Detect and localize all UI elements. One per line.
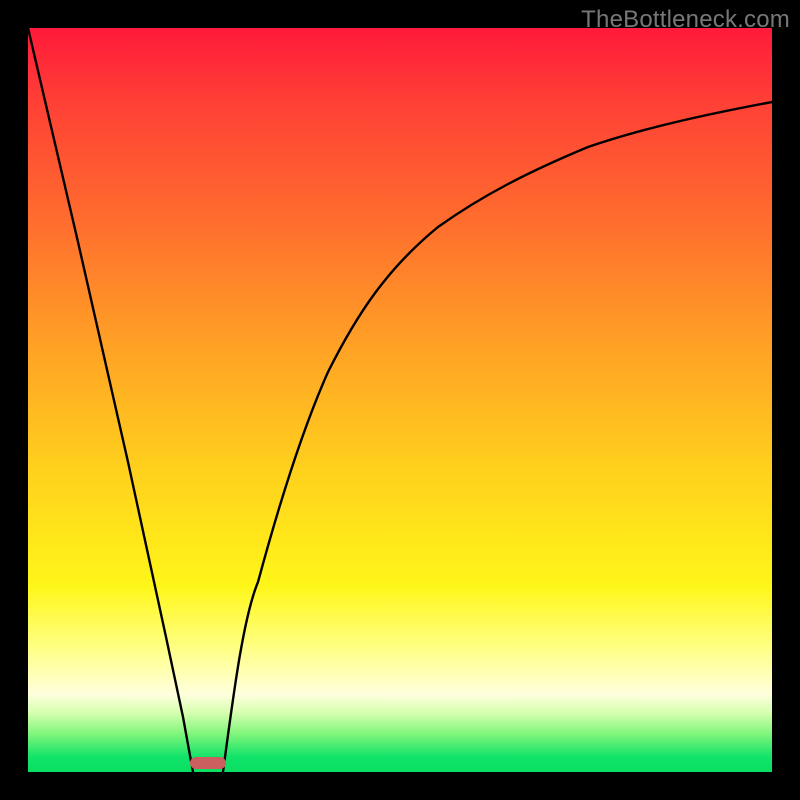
curve-right-segment	[223, 102, 772, 772]
optimal-marker	[190, 757, 226, 769]
bottleneck-curve	[28, 28, 772, 772]
curve-left-segment	[28, 28, 193, 772]
watermark-text: TheBottleneck.com	[581, 6, 790, 34]
